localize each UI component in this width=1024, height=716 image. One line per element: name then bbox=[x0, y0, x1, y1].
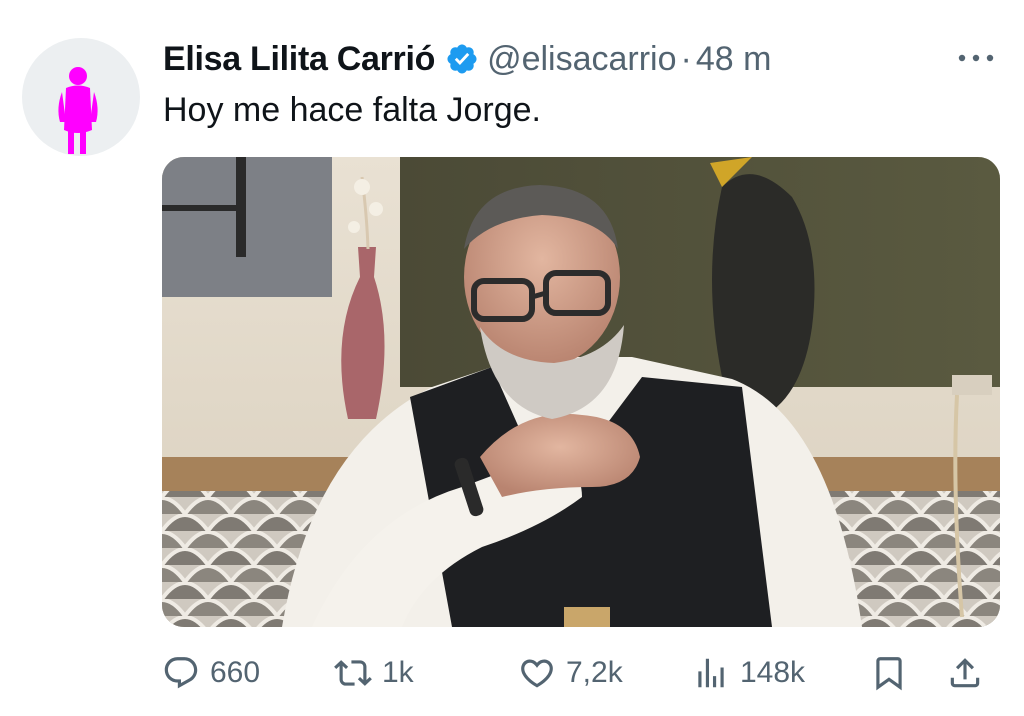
author-handle[interactable]: @elisacarrio bbox=[487, 40, 676, 79]
retweet-count: 1k bbox=[382, 656, 414, 689]
tweet-actions: 660 1k 7,2k 148k bbox=[162, 646, 1002, 700]
like-button[interactable]: 7,2k bbox=[518, 646, 623, 700]
display-name[interactable]: Elisa Lilita Carrió bbox=[163, 40, 435, 79]
views-count: 148k bbox=[740, 656, 806, 689]
share-icon bbox=[950, 658, 980, 688]
reply-icon bbox=[164, 657, 198, 689]
tweet-card[interactable]: Elisa Lilita Carrió @elisacarrio · 48 m … bbox=[0, 0, 1024, 716]
more-options-icon[interactable] bbox=[954, 46, 998, 70]
reply-count: 660 bbox=[210, 656, 261, 689]
reply-button[interactable]: 660 bbox=[162, 646, 260, 700]
tweet-text: Hoy me hace falta Jorge. bbox=[163, 91, 541, 129]
bookmark-icon bbox=[876, 657, 902, 691]
retweet-icon bbox=[334, 660, 372, 686]
like-count: 7,2k bbox=[566, 656, 623, 689]
share-button[interactable] bbox=[946, 646, 984, 700]
retweet-button[interactable]: 1k bbox=[334, 646, 414, 700]
like-icon bbox=[521, 659, 553, 688]
views-icon bbox=[698, 658, 724, 688]
timestamp[interactable]: 48 m bbox=[696, 40, 772, 79]
pink-silhouette-icon bbox=[58, 67, 98, 154]
bookmark-button[interactable] bbox=[870, 646, 908, 700]
tweet-photo[interactable] bbox=[162, 157, 1000, 627]
separator-dot: · bbox=[680, 39, 692, 78]
avatar[interactable] bbox=[22, 38, 140, 156]
photo-image bbox=[162, 157, 1000, 627]
verified-badge-icon[interactable] bbox=[445, 42, 479, 76]
views-button[interactable]: 148k bbox=[692, 646, 805, 700]
tweet-header: Elisa Lilita Carrió @elisacarrio · 48 m bbox=[163, 34, 771, 84]
